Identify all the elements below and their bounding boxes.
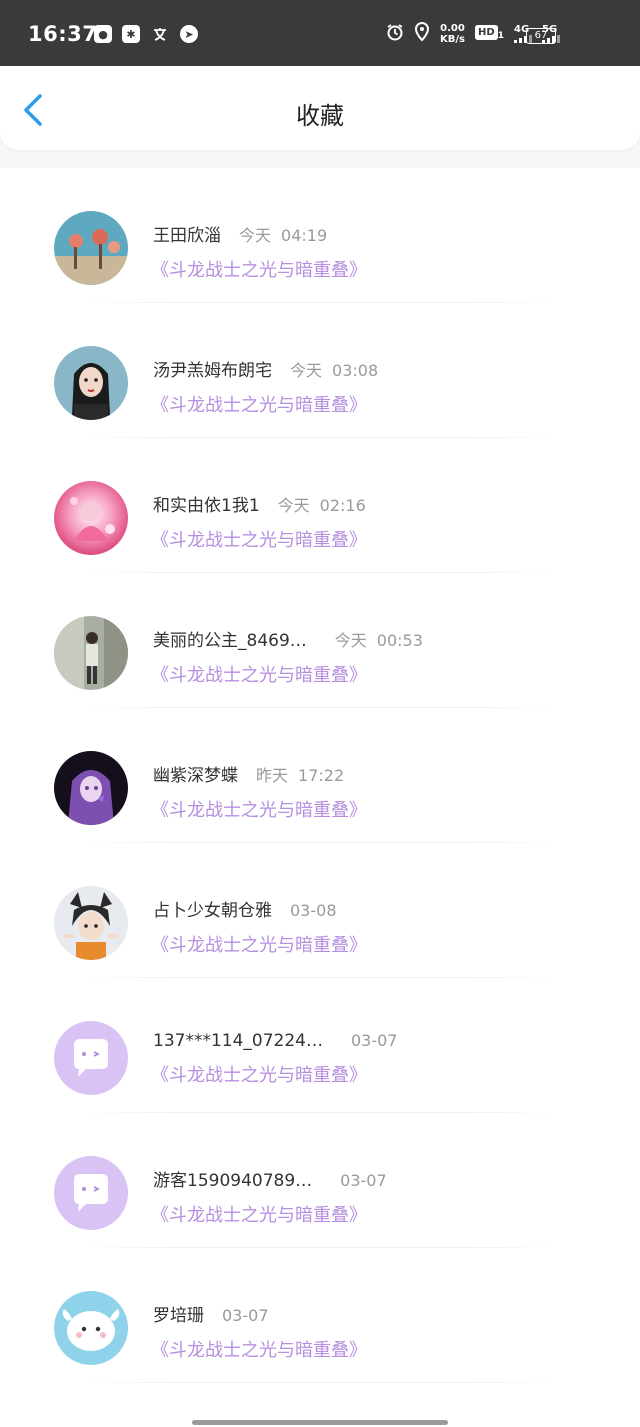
page-title: 收藏 [296, 102, 344, 130]
hd-indicator: HD 1 [474, 25, 504, 42]
hd-sub: 1 [497, 30, 504, 42]
item-info: 占卜少女朝仓雅 03-08 《斗龙战士之光与暗重叠》 [151, 896, 367, 957]
baidu-paw-icon: ✱ [122, 25, 140, 43]
avatar[interactable] [54, 886, 128, 960]
work-title[interactable]: 《斗龙战士之光与暗重叠》 [151, 1061, 397, 1087]
alarm-icon [386, 23, 404, 44]
hd-badge: HD [474, 25, 498, 41]
list-item[interactable]: 罗培珊 03-07 《斗龙战士之光与暗重叠》 [0, 1248, 640, 1383]
status-bar: 16:37 ● ✱ ➤ 0.00 KB/s HD 1 4G 5G 67 [0, 0, 640, 66]
list-item[interactable]: 美丽的公主_8469… 今天 00:53 《斗龙战士之光与暗重叠》 [0, 573, 640, 708]
favorite-date: 今天 03:08 [290, 361, 379, 380]
item-info: 罗培珊 03-07 《斗龙战士之光与暗重叠》 [151, 1301, 367, 1362]
battery-icon: 67 [526, 28, 556, 44]
list-item[interactable]: 和实由依1我1 今天 02:16 《斗龙战士之光与暗重叠》 [0, 438, 640, 573]
work-title[interactable]: 《斗龙战士之光与暗重叠》 [151, 526, 367, 552]
chat-bubble-icon [54, 1021, 128, 1095]
favorite-date: 03-07 [222, 1306, 269, 1325]
notification-icons: ● ✱ ➤ [94, 25, 198, 43]
avatar[interactable] [54, 751, 128, 825]
work-title[interactable]: 《斗龙战士之光与暗重叠》 [151, 256, 367, 282]
favorite-date: 今天 04:19 [239, 226, 328, 245]
compass-icon: ➤ [180, 25, 198, 43]
favorite-date: 今天 00:53 [334, 631, 423, 650]
favorite-date: 03-07 [350, 1031, 398, 1050]
user-name: 罗培珊 [153, 1306, 204, 1326]
work-title[interactable]: 《斗龙战士之光与暗重叠》 [151, 1201, 387, 1227]
item-info: 幽紫深梦蝶 昨天 17:22 《斗龙战士之光与暗重叠》 [151, 761, 367, 822]
favorite-date: 03-07 [340, 1171, 387, 1190]
work-title[interactable]: 《斗龙战士之光与暗重叠》 [151, 931, 367, 957]
work-title[interactable]: 《斗龙战士之光与暗重叠》 [151, 391, 378, 417]
avatar[interactable] [54, 346, 128, 420]
item-info: 汤尹羔姆布朗宅 今天 03:08 《斗龙战士之光与暗重叠》 [151, 356, 379, 417]
user-name: 游客1590940789… [153, 1171, 313, 1191]
favorite-date: 今天 02:16 [277, 496, 366, 515]
home-indicator[interactable] [192, 1420, 448, 1425]
list-item[interactable]: 汤尹羔姆布朗宅 今天 03:08 《斗龙战士之光与暗重叠》 [0, 303, 640, 438]
list-item[interactable]: 137***114_07224… 03-07 《斗龙战士之光与暗重叠》 [0, 978, 640, 1113]
user-name: 占卜少女朝仓雅 [153, 901, 272, 921]
list-item[interactable]: 王田欣淄 今天 04:19 《斗龙战士之光与暗重叠》 [0, 168, 640, 303]
list-item[interactable]: 占卜少女朝仓雅 03-08 《斗龙战士之光与暗重叠》 [0, 843, 640, 978]
list-item[interactable]: 幽紫深梦蝶 昨天 17:22 《斗龙战士之光与暗重叠》 [0, 708, 640, 843]
item-info: 游客1590940789… 03-07 《斗龙战士之光与暗重叠》 [151, 1166, 387, 1227]
divider [80, 1382, 560, 1383]
net-speed: 0.00 KB/s [440, 23, 465, 45]
net-speed-unit: KB/s [439, 33, 465, 45]
location-icon [414, 21, 430, 45]
work-title[interactable]: 《斗龙战士之光与暗重叠》 [151, 1336, 367, 1362]
item-info: 王田欣淄 今天 04:19 《斗龙战士之光与暗重叠》 [151, 221, 367, 282]
net-speed-value: 0.00 [440, 22, 465, 34]
avatar[interactable] [54, 616, 128, 690]
work-title[interactable]: 《斗龙战士之光与暗重叠》 [151, 661, 423, 687]
header: 收藏 [0, 66, 640, 150]
map-app-icon: ● [94, 25, 112, 43]
item-info: 和实由依1我1 今天 02:16 《斗龙战士之光与暗重叠》 [151, 491, 367, 552]
favorite-date: 昨天 17:22 [256, 766, 345, 785]
status-time: 16:37 [28, 22, 98, 46]
item-info: 137***114_07224… 03-07 《斗龙战士之光与暗重叠》 [151, 1031, 398, 1087]
avatar[interactable] [54, 481, 128, 555]
favorites-list: 王田欣淄 今天 04:19 《斗龙战士之光与暗重叠》 汤尹羔姆布朗宅 今天 03:0… [0, 168, 640, 1427]
chat-bubble-icon [54, 1156, 128, 1230]
user-name: 幽紫深梦蝶 [153, 766, 238, 786]
user-name: 美丽的公主_8469… [153, 631, 307, 651]
avatar[interactable] [54, 1291, 128, 1365]
avatar[interactable] [54, 1021, 128, 1095]
user-name: 王田欣淄 [153, 226, 221, 246]
item-info: 美丽的公主_8469… 今天 00:53 《斗龙战士之光与暗重叠》 [151, 626, 423, 687]
work-title[interactable]: 《斗龙战士之光与暗重叠》 [151, 796, 367, 822]
user-name: 137***114_07224… [153, 1031, 323, 1051]
list-item[interactable]: 游客1590940789… 03-07 《斗龙战士之光与暗重叠》 [0, 1113, 640, 1248]
translate-icon [150, 25, 170, 43]
avatar[interactable] [54, 1156, 128, 1230]
user-name: 汤尹羔姆布朗宅 [153, 361, 272, 381]
avatar[interactable] [54, 211, 128, 285]
user-name: 和实由依1我1 [153, 496, 260, 516]
favorite-date: 03-08 [290, 901, 337, 920]
